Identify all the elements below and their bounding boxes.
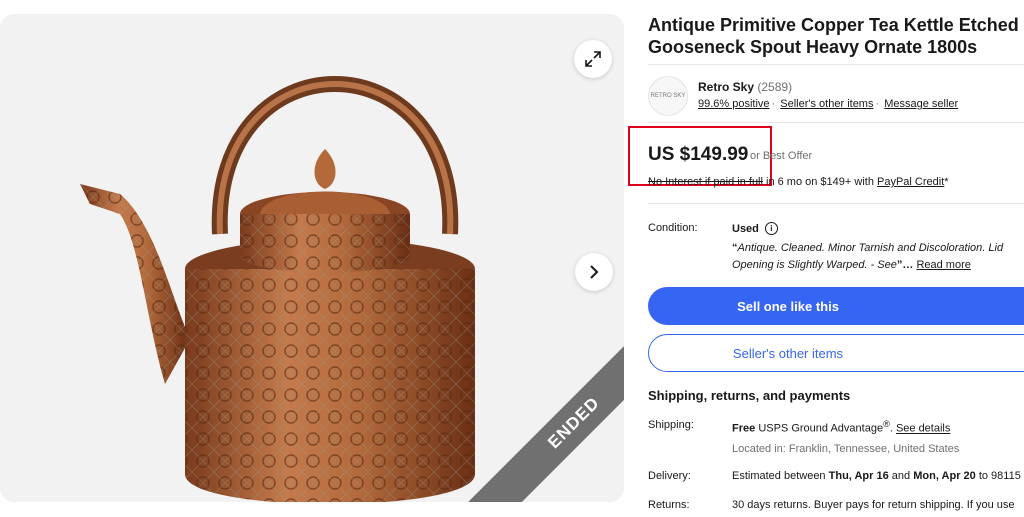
divider [648,64,1024,65]
page-title: Antique Primitive Copper Tea Kettle Etch… [648,15,1019,57]
condition-label: Condition: [648,222,698,234]
sell-one-label: Sell one like this [737,298,839,314]
quote-close: ”… [896,259,914,271]
best-offer-text: or Best Offer [750,150,813,162]
delivery-and: and [891,470,911,482]
returns-value: 30 days returns. Buyer pays for return s… [732,499,1015,511]
item-price: US $149.99 [648,144,749,165]
divider [648,122,1024,123]
seller-links: 99.6% positive · Seller's other items · Me… [698,98,959,110]
shipping-service: USPS Ground Advantage [758,422,884,435]
read-more-link[interactable]: Read more [916,259,970,271]
condition-used: Used [732,222,759,235]
sellers-other-label: Seller's other items [732,345,844,361]
registered-mark: ® [883,419,890,429]
info-icon[interactable]: i [764,222,778,235]
seller-logo-text: RETRO SKY [650,93,686,99]
shipping-section-title: Shipping, returns, and payments [648,388,851,403]
shipping-label: Shipping: [648,419,694,431]
divider [648,203,1024,204]
seller-name-line: Retro Sky (2589) [698,80,792,94]
product-image [80,76,475,502]
sell-one-like-this-button[interactable]: Sell one like this [648,287,1024,325]
seller-feedback-count: (2589) [757,80,793,94]
see-details-link[interactable]: See details [896,423,950,435]
chevron-right-icon [590,265,599,279]
next-image-button[interactable] [575,253,613,291]
expand-button[interactable] [574,40,612,78]
item-location: Located in: Franklin, Tennessee, United … [732,443,960,455]
image-gallery[interactable]: ENDED [0,14,624,502]
shipping-free: Free [732,422,756,435]
shipping-value: Free USPS Ground Advantage®. See details [732,419,950,435]
seller-other-items-link[interactable]: Seller's other items [780,98,873,110]
delivery-prefix: Estimated between [732,470,826,482]
delivery-from: Thu, Apr 16 [828,470,889,482]
ended-ribbon: ENDED [454,332,624,502]
financing-text: No Interest if paid in full in 6 mo on $… [648,176,949,188]
delivery-to: Mon, Apr 20 [913,470,976,482]
delivery-suffix: to 98115 [978,470,1021,482]
condition-value: Used i [732,222,778,235]
positive-feedback-link[interactable]: 99.6% positive [698,98,770,110]
paypal-credit-link[interactable]: PayPal Credit [877,176,944,188]
seller-avatar[interactable]: RETRO SKY [648,76,688,116]
expand-icon [585,51,601,67]
financing-rest: in 6 mo on $149+ with [766,176,874,188]
delivery-label: Delivery: [648,470,691,482]
message-seller-link[interactable]: Message seller [884,98,958,110]
ended-label: ENDED [468,332,624,502]
sellers-other-items-button[interactable]: Seller's other items [648,334,1024,372]
delivery-value: Estimated between Thu, Apr 16 and Mon, A… [732,470,1021,482]
financing-asterisk: * [944,176,949,188]
condition-description: “Antique. Cleaned. Minor Tarnish and Dis… [732,240,1024,274]
seller-name[interactable]: Retro Sky [698,80,754,94]
shipping-separator: . [889,422,893,435]
returns-label: Returns: [648,499,690,511]
financing-strike: No Interest if paid in full [648,176,763,188]
item-details-panel: Antique Primitive Copper Tea Kettle Etch… [628,0,1024,517]
